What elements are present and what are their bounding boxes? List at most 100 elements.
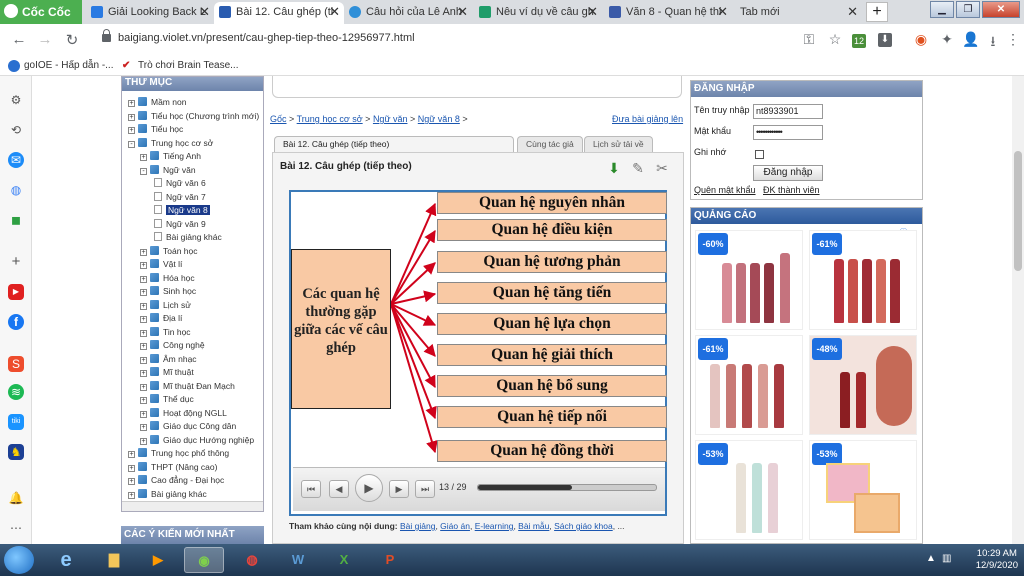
tab-neu-vi-du[interactable]: Nêu ví dụ về câu gh ✕ — [474, 2, 602, 24]
expand-icon[interactable]: + — [140, 329, 147, 337]
expand-icon[interactable]: + — [140, 397, 147, 404]
expand-icon[interactable]: + — [140, 154, 147, 161]
slide-progress-bar[interactable] — [477, 484, 657, 491]
powerpoint-icon[interactable]: P — [370, 547, 410, 573]
tree-item[interactable]: + Sinh học — [140, 285, 196, 297]
related-link-giao-an[interactable]: Giáo án — [440, 521, 470, 531]
next-slide-icon[interactable]: ▶ — [389, 480, 409, 498]
coccoc-taskbar-icon[interactable]: ◉ — [184, 547, 224, 573]
file-explorer-icon[interactable]: ▇ — [94, 547, 134, 573]
browser-brand-logo[interactable]: Cốc Cốc — [0, 0, 82, 24]
tree-item[interactable]: + Thể dục — [140, 393, 194, 405]
download-icon[interactable]: ⬇ — [878, 33, 892, 47]
tree-item[interactable]: + Lịch sử — [140, 299, 191, 311]
coccoc-extension-icon[interactable]: ◉ — [912, 31, 930, 48]
ad-item[interactable]: -53% — [695, 440, 803, 540]
related-link-elearning[interactable]: E-learning — [475, 521, 514, 531]
address-bar[interactable]: baigiang.violet.vn/present/cau-ghep-tiep… — [118, 32, 415, 44]
tab-same-author[interactable]: Cùng tác giả — [517, 136, 583, 152]
login-button[interactable]: Đăng nhập — [753, 165, 823, 181]
key-icon[interactable]: ⚿ — [800, 31, 818, 48]
ad-item[interactable]: -60% — [695, 230, 803, 330]
back-icon[interactable]: ← — [10, 31, 28, 48]
tree-item[interactable]: + Cao đẳng - Đại học — [128, 474, 224, 486]
word-icon[interactable]: W — [278, 547, 318, 573]
expand-icon[interactable]: + — [140, 262, 147, 269]
expand-icon[interactable]: + — [140, 356, 147, 364]
tree-item[interactable]: Ngữ văn 7 — [154, 191, 206, 203]
zalo-icon[interactable]: ◍ — [8, 182, 24, 198]
close-icon[interactable]: ✕ — [199, 2, 210, 22]
expand-icon[interactable]: + — [140, 370, 147, 377]
media-player-icon[interactable]: ▶ — [138, 547, 178, 573]
scrollbar-thumb[interactable] — [1014, 151, 1022, 271]
related-link-sach-giao-khoa[interactable]: Sách giáo khoa — [554, 521, 613, 531]
download-manager-icon[interactable]: ⭳ — [984, 31, 1002, 55]
tree-item[interactable]: + Mĩ thuật Đan Mạch — [140, 380, 235, 392]
tab-looking-back[interactable]: Giải Looking Back L ✕ — [86, 2, 214, 24]
expand-icon[interactable]: + — [140, 248, 147, 256]
bookmark-star-icon[interactable]: ☆ — [826, 31, 844, 48]
bookmark-counter-icon[interactable]: 12 — [852, 34, 866, 48]
reload-icon[interactable]: ↻ — [63, 31, 81, 49]
tree-item[interactable]: Ngữ văn 8 — [154, 204, 210, 216]
tab-lesson[interactable]: Bài 12. Câu ghép (tiếp theo) — [274, 136, 514, 152]
tree-item[interactable]: Ngữ văn 9 — [154, 218, 206, 230]
expand-icon[interactable]: + — [140, 424, 147, 431]
expand-icon[interactable]: + — [128, 491, 135, 499]
history-icon[interactable]: ⟲ — [8, 122, 24, 138]
tab-new[interactable]: Tab mới ✕ — [734, 2, 862, 24]
maximize-icon[interactable]: ❐ — [956, 1, 980, 18]
tree-item[interactable]: + Địa lí — [140, 312, 182, 324]
settings-gear-icon[interactable]: ⚙ — [8, 92, 24, 108]
first-slide-icon[interactable]: ⏮ — [301, 480, 321, 498]
game-controller-icon[interactable]: ◼ — [8, 212, 24, 228]
chrome-icon[interactable]: ◍ — [232, 547, 272, 573]
expand-icon[interactable]: + — [140, 383, 147, 391]
start-button[interactable] — [4, 546, 34, 574]
forward-icon[interactable]: → — [36, 31, 54, 48]
tray-expand-icon[interactable]: ▲ — [926, 553, 936, 564]
register-link[interactable]: ĐK thành viên — [763, 185, 820, 195]
expand-icon[interactable]: + — [128, 127, 135, 134]
tools-icon[interactable]: ✂ — [653, 159, 671, 177]
more-icon[interactable]: ⋯ — [8, 520, 24, 536]
username-field[interactable]: nt8933901 — [753, 104, 823, 119]
expand-icon[interactable]: + — [128, 451, 135, 458]
breadcrumb-ngu-van[interactable]: Ngữ văn — [373, 114, 408, 124]
remember-checkbox[interactable] — [755, 150, 764, 159]
collapse-icon[interactable]: - — [140, 167, 147, 175]
page-scrollbar[interactable] — [1012, 76, 1024, 544]
expand-icon[interactable]: + — [140, 302, 147, 310]
tree-item[interactable]: + Tiểu học — [128, 123, 183, 135]
expand-icon[interactable]: + — [128, 478, 135, 485]
profile-icon[interactable]: 👤 — [962, 31, 980, 48]
tree-item[interactable]: + Hóa học — [140, 272, 195, 284]
breadcrumb-thcs[interactable]: Trung học cơ sở — [297, 114, 363, 124]
tree-item[interactable]: + Tiếng Anh — [140, 150, 201, 162]
system-clock[interactable]: 10:29 AM 12/9/2020 — [976, 548, 1018, 572]
tiki-icon[interactable]: tiki — [8, 414, 24, 430]
breadcrumb-root[interactable]: Gốc — [270, 114, 287, 124]
tree-item[interactable]: + THPT (Nâng cao) — [128, 461, 217, 473]
expand-icon[interactable]: + — [140, 437, 147, 445]
tree-item[interactable]: + Trung học phổ thông — [128, 447, 229, 459]
tab-van-8[interactable]: Văn 8 - Quan hệ thi ✕ — [604, 2, 732, 24]
game-app-icon[interactable]: ♞ — [8, 444, 24, 460]
edit-icon[interactable]: ✎ — [629, 159, 647, 177]
tree-item[interactable]: + Công nghệ — [140, 339, 205, 351]
close-icon[interactable]: ✕ — [329, 2, 340, 22]
horizontal-scrollbar[interactable] — [122, 501, 263, 511]
download-lesson-icon[interactable]: ⬇ — [605, 159, 623, 177]
tree-item[interactable]: + Âm nhạc — [140, 353, 197, 365]
expand-icon[interactable]: + — [140, 343, 147, 350]
tree-item[interactable]: + Mầm non — [128, 96, 186, 108]
collapse-icon[interactable]: - — [128, 140, 135, 148]
close-icon[interactable]: ✕ — [717, 2, 728, 22]
ad-item[interactable]: -48% — [809, 335, 917, 435]
new-tab-button[interactable]: + — [866, 2, 888, 22]
minimize-icon[interactable]: ▁ — [930, 1, 954, 18]
tree-item[interactable]: + Mĩ thuật — [140, 366, 194, 378]
tree-item[interactable]: - Ngữ văn — [140, 164, 196, 176]
close-icon[interactable]: ✕ — [587, 2, 598, 22]
